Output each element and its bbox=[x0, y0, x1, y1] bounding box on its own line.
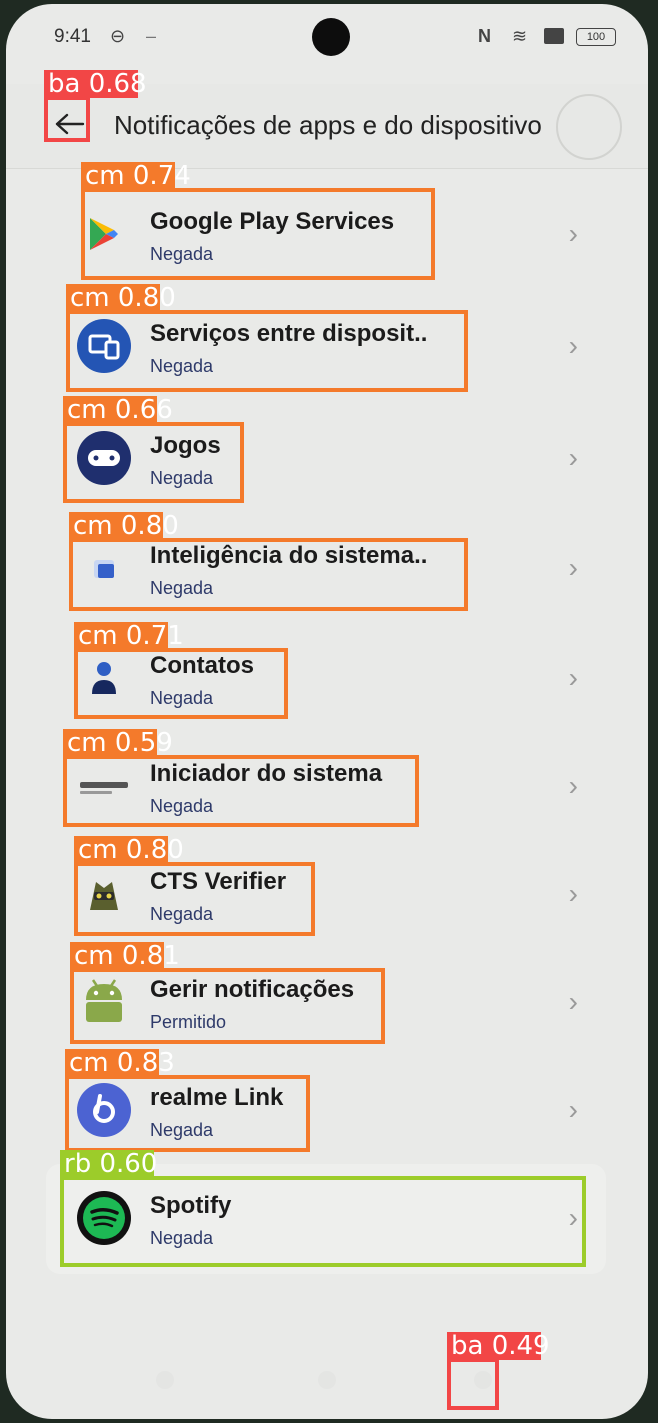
detection-label: cm 0.59 bbox=[67, 728, 173, 758]
detection-box-ba: ba 0.68 bbox=[44, 69, 147, 142]
detection-box-cm: cm 0.59 bbox=[63, 728, 419, 827]
detection-label: ba 0.68 bbox=[48, 69, 147, 99]
detection-label: cm 0.80 bbox=[70, 283, 176, 313]
detection-box-rb: rb 0.60 bbox=[60, 1149, 586, 1267]
detection-label: cm 0.80 bbox=[78, 835, 184, 865]
detection-box-cm: cm 0.83 bbox=[65, 1048, 310, 1152]
detection-label: cm 0.74 bbox=[85, 161, 191, 191]
detection-box-cm: cm 0.66 bbox=[63, 395, 244, 503]
detection-label: cm 0.66 bbox=[67, 395, 173, 425]
detection-label: rb 0.60 bbox=[64, 1149, 157, 1179]
detection-label: ba 0.49 bbox=[451, 1331, 550, 1361]
detection-label: cm 0.80 bbox=[73, 511, 179, 541]
detection-overlay: ba 0.68 cm 0.74 cm 0.80 cm 0.66 cm 0.80 cm 0.… bbox=[44, 69, 586, 1410]
detection-box-cm: cm 0.80 bbox=[74, 835, 315, 936]
detection-label: cm 0.83 bbox=[69, 1048, 175, 1078]
detection-box-cm: cm 0.80 bbox=[66, 283, 468, 392]
detection-box-cm: cm 0.80 bbox=[69, 511, 468, 611]
detection-label: cm 0.71 bbox=[78, 621, 184, 651]
detection-box-cm: cm 0.81 bbox=[70, 941, 385, 1044]
detection-label: cm 0.81 bbox=[74, 941, 180, 971]
detection-box-cm: cm 0.74 bbox=[81, 161, 435, 280]
detection-box-ba: ba 0.49 bbox=[447, 1331, 550, 1410]
detection-box-cm: cm 0.71 bbox=[74, 621, 288, 719]
